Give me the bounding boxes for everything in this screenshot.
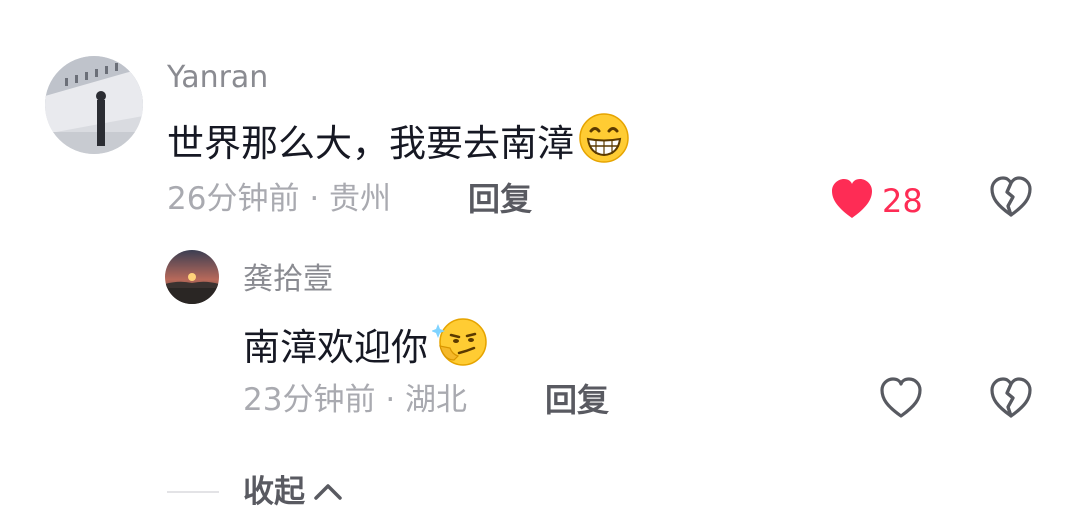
meta-separator: · <box>309 181 320 217</box>
comment-username[interactable]: Yanran <box>167 60 268 96</box>
meta-separator: · <box>385 382 396 418</box>
reply-meta: 23分钟前 · 湖北 <box>243 380 467 420</box>
reply-username[interactable]: 龚拾壹 <box>243 262 333 298</box>
avatar[interactable] <box>45 56 143 154</box>
thinking-smirk-emoji-icon <box>431 316 488 380</box>
comment-text-row: 世界那么大，我要去南漳 <box>167 112 630 176</box>
like-button[interactable]: 28 <box>830 178 923 224</box>
reply-button[interactable]: 回复 <box>468 179 532 219</box>
like-count: 28 <box>882 182 923 220</box>
grinning-face-emoji-icon <box>578 112 630 176</box>
collapse-divider <box>167 491 219 493</box>
collapse-label: 收起 <box>243 474 305 510</box>
heart-filled-icon <box>830 178 874 224</box>
reply-text-row: 南漳欢迎你 <box>243 316 488 380</box>
reply-dislike-button[interactable] <box>988 377 1034 423</box>
reply-reply-button[interactable]: 回复 <box>545 380 609 420</box>
reply-location: 湖北 <box>405 382 468 418</box>
collapse-button[interactable]: 收起 <box>243 472 343 512</box>
dislike-button[interactable] <box>988 176 1034 222</box>
broken-heart-icon <box>989 377 1033 423</box>
comment-meta: 26分钟前 · 贵州 <box>167 179 391 219</box>
comment-text: 世界那么大，我要去南漳 <box>167 122 574 165</box>
broken-heart-icon <box>989 176 1033 222</box>
comment-time: 26分钟前 <box>167 181 300 217</box>
reply-avatar[interactable] <box>165 250 219 304</box>
reply-like-button[interactable] <box>878 377 924 423</box>
heart-outline-icon <box>879 377 923 423</box>
reply-time: 23分钟前 <box>243 382 376 418</box>
reply-text: 南漳欢迎你 <box>243 326 428 369</box>
chevron-up-icon <box>313 482 343 502</box>
comment-location: 贵州 <box>329 181 392 217</box>
